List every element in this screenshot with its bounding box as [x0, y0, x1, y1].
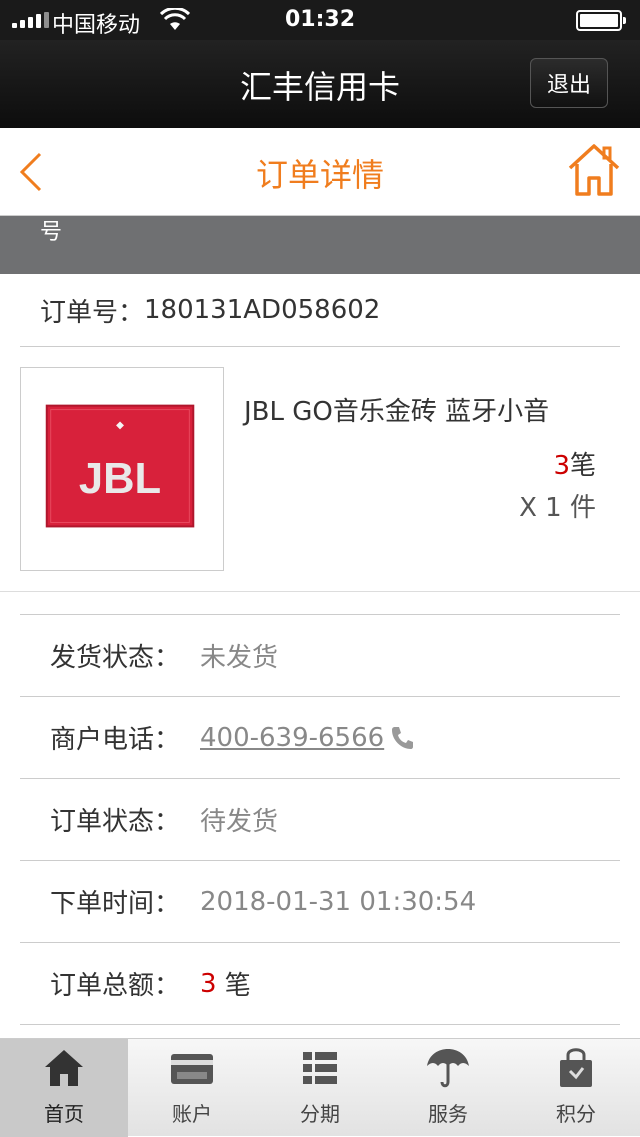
tab-label: 服务 — [428, 1102, 468, 1126]
order-number-label: 订单号： — [40, 297, 145, 328]
product-price-value: 3 — [553, 451, 570, 481]
umbrella-icon — [427, 1049, 469, 1088]
band-text: 号 — [40, 220, 63, 245]
bottom-tab-bar: 首页 账户 分期 服务 积分 — [0, 1038, 640, 1137]
merchant-phone-link[interactable]: 400-639-6566 — [200, 723, 384, 753]
order-number-row: 订单号： 180131AD058602 — [0, 274, 640, 346]
detail-label: 下单时间： — [50, 889, 181, 919]
home-icon[interactable] — [566, 142, 622, 198]
jbl-speaker-image: JBL — [45, 404, 195, 528]
shipping-status-row: 发货状态： 未发货 — [20, 615, 620, 697]
order-status-row: 订单状态： 待发货 — [20, 779, 620, 861]
product-quantity: X 1 件 — [519, 493, 596, 523]
product-image: JBL — [20, 367, 224, 571]
clock: 01:32 — [284, 7, 356, 32]
tab-label: 账户 — [172, 1102, 212, 1126]
tab-label: 积分 — [556, 1102, 596, 1126]
tab-account[interactable]: 账户 — [128, 1039, 256, 1137]
tab-home[interactable]: 首页 — [0, 1039, 128, 1137]
tab-service[interactable]: 服务 — [384, 1039, 512, 1137]
logout-button[interactable]: 退出 — [530, 58, 608, 108]
detail-label: 发货状态： — [50, 643, 181, 673]
page-title: 订单详情 — [255, 156, 384, 194]
battery-icon — [576, 10, 626, 31]
detail-value: 未发货 — [200, 643, 279, 673]
order-total-unit: 笔 — [216, 971, 251, 1001]
tab-installment[interactable]: 分期 — [256, 1039, 384, 1137]
product-card[interactable]: JBL JBL GO音乐金砖 蓝牙小音 3笔 X 1 件 — [0, 347, 640, 592]
tab-points[interactable]: 积分 — [512, 1039, 640, 1137]
svg-text:JBL: JBL — [79, 455, 161, 503]
detail-label: 订单状态： — [50, 807, 181, 837]
list-icon — [303, 1052, 337, 1084]
app-header: 汇丰信用卡 退出 — [0, 40, 640, 128]
phone-icon[interactable] — [390, 725, 414, 751]
detail-value: 2018-01-31 01:30:54 — [200, 886, 477, 917]
product-price: 3笔 — [553, 445, 596, 482]
card-icon — [171, 1054, 213, 1084]
tab-label: 分期 — [300, 1102, 340, 1126]
detail-label: 订单总额： — [50, 971, 181, 1001]
shopping-bag-icon — [560, 1048, 592, 1087]
section-band: 号 — [0, 216, 640, 274]
tab-label: 首页 — [44, 1102, 84, 1126]
order-details-list: 发货状态： 未发货 商户电话： 400-639-6566 订单状态： 待发货 下… — [20, 614, 620, 1025]
status-bar: 中国移动 01:32 — [0, 0, 640, 40]
order-time-row: 下单时间： 2018-01-31 01:30:54 — [20, 861, 620, 943]
product-name: JBL GO音乐金砖 蓝牙小音 — [244, 397, 550, 427]
product-price-unit: 笔 — [569, 451, 596, 481]
order-total-value: 3 — [200, 968, 217, 999]
merchant-phone-row: 商户电话： 400-639-6566 — [20, 697, 620, 779]
detail-value: 待发货 — [200, 807, 279, 837]
page-navbar: 订单详情 — [0, 128, 640, 216]
detail-label: 商户电话： — [50, 725, 181, 755]
order-number-value: 180131AD058602 — [144, 295, 381, 325]
order-total-row: 订单总额： 3 笔 — [20, 943, 620, 1025]
home-icon — [45, 1050, 83, 1086]
